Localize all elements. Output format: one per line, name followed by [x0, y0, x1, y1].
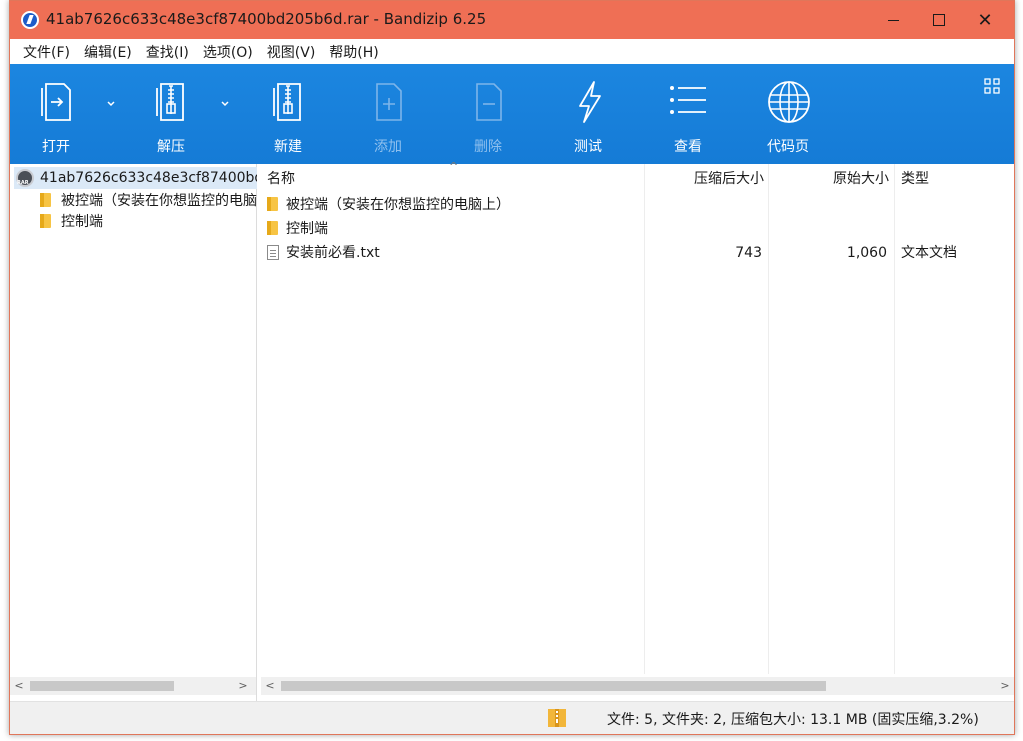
- column-packed-size[interactable]: 压缩后大小: [644, 164, 764, 194]
- codepage-label: 代码页: [767, 139, 809, 155]
- close-button[interactable]: ✕: [962, 1, 1008, 39]
- scroll-right-arrow[interactable]: >: [996, 677, 1014, 695]
- packed-size: 743: [735, 245, 762, 261]
- bandizip-app-icon: [21, 11, 39, 29]
- folder-icon: [267, 221, 278, 235]
- tree-horizontal-scrollbar[interactable]: < >: [10, 677, 256, 695]
- extract-dropdown-icon[interactable]: [219, 98, 231, 110]
- extract-button[interactable]: 解压: [131, 64, 211, 164]
- list-horizontal-scrollbar[interactable]: < >: [261, 677, 1014, 695]
- lightning-icon: [572, 80, 606, 124]
- folder-icon: [40, 193, 51, 207]
- column-type[interactable]: 类型: [901, 164, 1011, 194]
- open-dropdown-icon[interactable]: [105, 98, 117, 110]
- scroll-left-arrow[interactable]: <: [261, 677, 279, 695]
- tree-item-controlled[interactable]: 被控端（安装在你想监控的电脑上）: [40, 189, 257, 211]
- test-label: 测试: [574, 139, 602, 155]
- column-header: ^ 名称 压缩后大小 原始大小 类型: [261, 160, 1014, 194]
- menu-file[interactable]: 文件(F): [16, 42, 77, 62]
- tree-item-controller[interactable]: 控制端: [40, 210, 257, 232]
- open-archive-icon: [40, 80, 74, 124]
- delete-button[interactable]: 删除: [448, 64, 528, 164]
- tree-item-label: 被控端（安装在你想监控的电脑上）: [61, 193, 257, 209]
- codepage-button[interactable]: 代码页: [748, 64, 828, 164]
- new-archive-icon: [272, 80, 306, 124]
- layout-grid-icon[interactable]: [984, 78, 1000, 94]
- scroll-thumb[interactable]: [281, 681, 826, 691]
- folder-icon: [267, 197, 278, 211]
- globe-icon: [766, 80, 812, 124]
- folder-tree-pane: 41ab7626c633c48e3cf87400bd205b6d.rar 被控端…: [10, 164, 257, 701]
- extract-label: 解压: [157, 139, 185, 155]
- close-icon: ✕: [977, 9, 993, 31]
- column-original-size[interactable]: 原始大小: [769, 164, 889, 194]
- file-name-cell: 安装前必看.txt: [267, 241, 380, 265]
- menu-edit[interactable]: 编辑(E): [77, 42, 139, 62]
- tree-root-label: 41ab7626c633c48e3cf87400bd205b6d.rar: [40, 170, 257, 186]
- original-size: 1,060: [846, 245, 887, 261]
- file-row[interactable]: 被控端（安装在你想监控的电脑上）: [261, 193, 1014, 217]
- open-label: 打开: [42, 139, 70, 155]
- rar-archive-icon: [16, 169, 34, 187]
- tree-root-archive[interactable]: 41ab7626c633c48e3cf87400bd205b6d.rar: [14, 167, 257, 189]
- file-row[interactable]: 控制端: [261, 217, 1014, 241]
- list-view-icon: [668, 80, 708, 124]
- test-button[interactable]: 测试: [548, 64, 628, 164]
- file-type: 文本文档: [901, 245, 957, 261]
- status-summary: 文件: 5, 文件夹: 2, 压缩包大小: 13.1 MB (固实压缩,3.2%…: [607, 712, 979, 728]
- file-list-pane: ^ 名称 压缩后大小 原始大小 类型 被控端（安装在你想监控的电脑上） 控制端: [261, 160, 1014, 701]
- file-row[interactable]: 安装前必看.txt 743 1,060 文本文档: [261, 241, 1014, 265]
- view-label: 查看: [674, 139, 702, 155]
- file-name-cell: 被控端（安装在你想监控的电脑上）: [267, 193, 510, 217]
- add-file-icon: [372, 80, 406, 124]
- file-name: 控制端: [286, 221, 328, 237]
- text-file-icon: [267, 244, 279, 260]
- menu-bar: 文件(F) 编辑(E) 查找(I) 选项(O) 视图(V) 帮助(H): [10, 39, 1014, 64]
- extract-icon: [155, 80, 189, 124]
- scroll-left-arrow[interactable]: <: [10, 677, 28, 695]
- scroll-thumb[interactable]: [30, 681, 174, 691]
- title-bar[interactable]: 41ab7626c633c48e3cf87400bd205b6d.rar - B…: [10, 1, 1014, 39]
- open-button[interactable]: 打开: [16, 64, 96, 164]
- menu-options[interactable]: 选项(O): [196, 42, 260, 62]
- view-button[interactable]: 查看: [648, 64, 728, 164]
- delete-file-icon: [472, 80, 506, 124]
- scroll-right-arrow[interactable]: >: [234, 677, 252, 695]
- bandizip-window: 41ab7626c633c48e3cf87400bd205b6d.rar - B…: [9, 0, 1015, 735]
- new-label: 新建: [274, 139, 302, 155]
- menu-find[interactable]: 查找(I): [139, 42, 196, 62]
- background-page-right: [1014, 0, 1023, 741]
- window-title: 41ab7626c633c48e3cf87400bd205b6d.rar - B…: [46, 10, 487, 28]
- status-bar: 文件: 5, 文件夹: 2, 压缩包大小: 13.1 MB (固实压缩,3.2%…: [10, 701, 1014, 734]
- menu-help[interactable]: 帮助(H): [322, 42, 385, 62]
- delete-label: 删除: [474, 139, 502, 155]
- file-name: 安装前必看.txt: [286, 245, 380, 261]
- file-name: 被控端（安装在你想监控的电脑上）: [286, 197, 510, 213]
- archive-zip-icon: [548, 709, 566, 727]
- toolbar: 打开 解压 新建 添加 删除 测试 查看 代码页: [10, 64, 1014, 164]
- add-button[interactable]: 添加: [348, 64, 428, 164]
- content-area: 41ab7626c633c48e3cf87400bd205b6d.rar 被控端…: [10, 160, 1014, 701]
- menu-view[interactable]: 视图(V): [260, 42, 323, 62]
- column-name[interactable]: 名称: [267, 164, 637, 194]
- folder-icon: [40, 214, 51, 228]
- tree-item-label: 控制端: [61, 214, 103, 230]
- maximize-button[interactable]: [916, 1, 962, 39]
- add-label: 添加: [374, 139, 402, 155]
- new-button[interactable]: 新建: [248, 64, 328, 164]
- minimize-button[interactable]: [870, 1, 916, 39]
- file-name-cell: 控制端: [267, 217, 328, 241]
